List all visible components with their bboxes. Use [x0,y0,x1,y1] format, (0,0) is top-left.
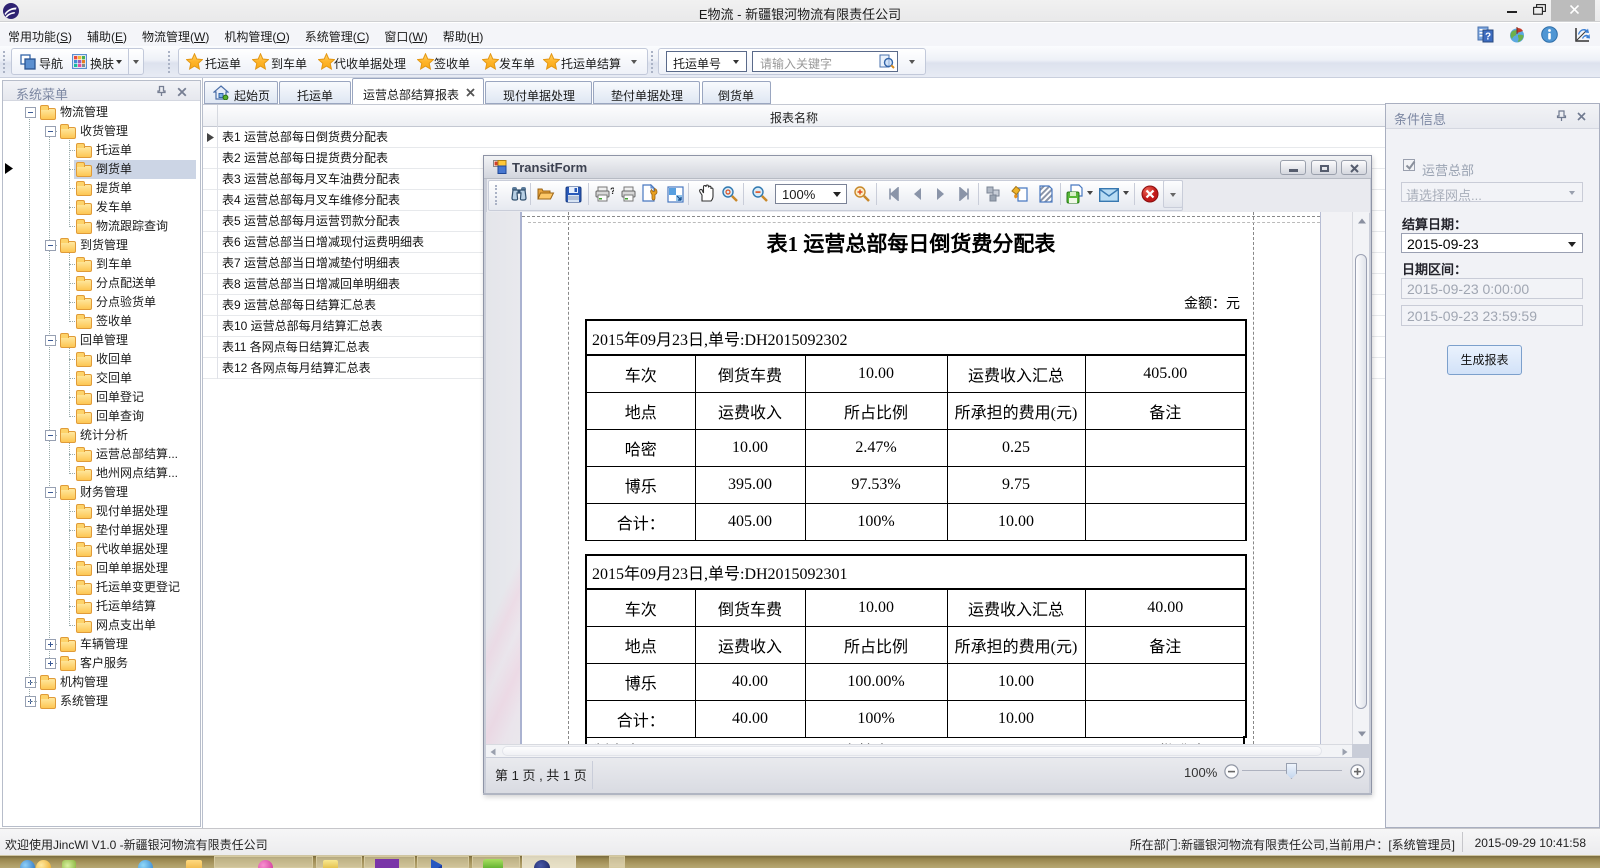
svg-text:?: ? [610,186,614,196]
svg-text:?: ? [1485,32,1491,43]
